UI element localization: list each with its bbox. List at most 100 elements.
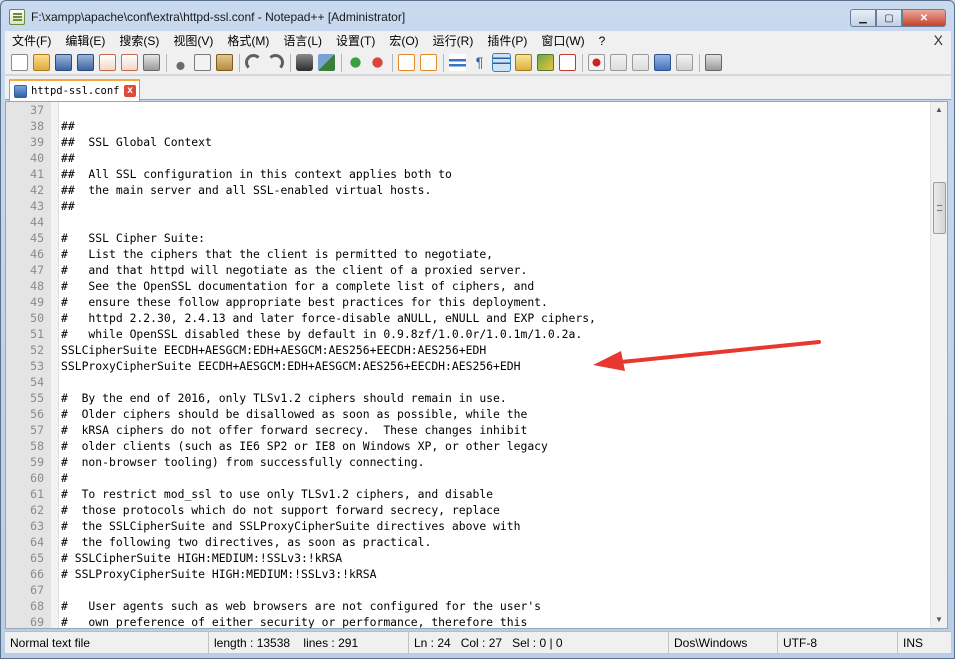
line-number: 66 <box>30 567 44 581</box>
menu-help[interactable]: ? <box>592 31 613 51</box>
zoom-in-icon[interactable] <box>347 54 364 71</box>
scroll-thumb[interactable] <box>933 182 946 234</box>
play-macro-icon[interactable] <box>632 54 649 71</box>
replace-icon[interactable] <box>318 54 335 71</box>
code-line: 58 # older clients (such as IE6 SP2 or IE… <box>6 438 928 454</box>
stop-record-icon[interactable] <box>610 54 627 71</box>
open-file-icon[interactable] <box>33 54 50 71</box>
copy-icon[interactable] <box>194 54 211 71</box>
undo-icon[interactable] <box>245 54 262 71</box>
toolbar-separator <box>582 53 583 72</box>
code-text: ## <box>61 199 75 213</box>
line-number: 37 <box>30 103 44 117</box>
save-icon[interactable] <box>55 54 72 71</box>
code-line: 68 # User agents such as web browsers are… <box>6 598 928 614</box>
line-number: 56 <box>30 407 44 421</box>
zoom-out-icon[interactable] <box>369 54 386 71</box>
word-wrap-icon[interactable] <box>449 54 466 71</box>
menu-format[interactable]: 格式(M) <box>220 31 276 51</box>
arrow-head <box>593 351 625 371</box>
menu-plugins[interactable]: 插件(P) <box>480 31 534 51</box>
notepadpp-window: F:\xampp\apache\conf\extra\httpd-ssl.con… <box>0 0 955 659</box>
title-bar[interactable]: F:\xampp\apache\conf\extra\httpd-ssl.con… <box>1 1 954 31</box>
menu-language[interactable]: 语言(L) <box>276 31 329 51</box>
menu-view[interactable]: 视图(V) <box>166 31 220 51</box>
sync-vertical-icon[interactable] <box>398 54 415 71</box>
line-number: 43 <box>30 199 44 213</box>
scroll-down-icon[interactable]: ▼ <box>931 612 947 628</box>
toolbar-separator <box>341 53 342 72</box>
menu-settings[interactable]: 设置(T) <box>329 31 382 51</box>
close-document-button[interactable]: X <box>934 32 943 48</box>
save-macro-icon[interactable] <box>676 54 693 71</box>
record-macro-icon[interactable] <box>588 54 605 71</box>
code-text: # To restrict mod_ssl to use only TLSv1.… <box>61 487 494 501</box>
code-line: 45 # SSL Cipher Suite: <box>6 230 928 246</box>
save-all-icon[interactable] <box>77 54 94 71</box>
menu-window[interactable]: 窗口(W) <box>534 31 591 51</box>
menu-macro[interactable]: 宏(O) <box>382 31 425 51</box>
sync-horizontal-icon[interactable] <box>420 54 437 71</box>
spell-check-icon[interactable] <box>705 54 722 71</box>
status-ln: Ln : 24 <box>414 636 451 650</box>
user-lang-icon[interactable] <box>515 54 532 71</box>
find-icon[interactable] <box>296 54 313 71</box>
minimize-button[interactable]: ▁ <box>850 9 876 27</box>
menu-run[interactable]: 运行(R) <box>426 31 481 51</box>
code-line: 41 ## All SSL configuration in this conte… <box>6 166 928 182</box>
code-line: 57 # kRSA ciphers do not offer forward se… <box>6 422 928 438</box>
new-file-icon[interactable] <box>11 54 28 71</box>
doc-map-icon[interactable] <box>537 54 554 71</box>
line-number: 57 <box>30 423 44 437</box>
status-file-type: Normal text file <box>5 632 209 654</box>
menu-file[interactable]: 文件(F) <box>5 31 58 51</box>
show-all-chars-icon[interactable]: ¶ <box>471 54 488 71</box>
paste-icon[interactable] <box>216 54 233 71</box>
line-number: 54 <box>30 375 44 389</box>
cut-icon[interactable] <box>172 54 189 71</box>
close-all-icon[interactable] <box>121 54 138 71</box>
print-icon[interactable] <box>143 54 160 71</box>
code-line: 39 ## SSL Global Context <box>6 134 928 150</box>
status-eol[interactable]: Dos\Windows <box>669 632 778 654</box>
vertical-scrollbar[interactable]: ▲ ▼ <box>930 102 947 628</box>
line-number: 38 <box>30 119 44 133</box>
status-encoding[interactable]: UTF-8 <box>778 632 898 654</box>
tab-close-icon[interactable]: x <box>124 85 136 97</box>
code-line: 48 # See the OpenSSL documentation for a … <box>6 278 928 294</box>
line-number: 58 <box>30 439 44 453</box>
status-bar: Normal text file length : 13538 lines : … <box>5 631 951 654</box>
code-text: # By the end of 2016, only TLSv1.2 ciphe… <box>61 391 507 405</box>
toolbar: ¶ <box>5 51 951 75</box>
line-number: 40 <box>30 151 44 165</box>
status-length-lines: length : 13538 lines : 291 <box>209 632 409 654</box>
code-text: # the following two directives, as soon … <box>61 535 432 549</box>
redo-icon[interactable] <box>267 54 284 71</box>
code-line: 67 <box>6 582 928 598</box>
scroll-up-icon[interactable]: ▲ <box>931 102 947 118</box>
menu-search[interactable]: 搜索(S) <box>112 31 166 51</box>
code-text: ## <box>61 119 75 133</box>
code-text: ## the main server and all SSL-enabled v… <box>61 183 432 197</box>
run-macro-multiple-icon[interactable] <box>654 54 671 71</box>
status-lines: lines : 291 <box>303 636 359 650</box>
code-text: # SSL Cipher Suite: <box>61 231 206 245</box>
code-text: # <box>61 471 68 485</box>
code-text: # Older ciphers should be disallowed as … <box>61 407 528 421</box>
menu-edit[interactable]: 编辑(E) <box>58 31 112 51</box>
code-text: # older clients (such as IE6 SP2 or IE8 … <box>61 439 548 453</box>
code-text: # ensure these follow appropriate best p… <box>61 295 548 309</box>
tab-httpd-ssl-conf[interactable]: httpd-ssl.conf x <box>9 79 140 101</box>
close-window-button[interactable]: ✕ <box>902 9 946 27</box>
line-number: 44 <box>30 215 44 229</box>
line-number: 67 <box>30 583 44 597</box>
indent-guide-icon[interactable] <box>492 53 511 72</box>
code-line: 63 # the SSLCipherSuite and SSLProxyCiphe… <box>6 518 928 534</box>
close-icon[interactable] <box>99 54 116 71</box>
maximize-button[interactable]: ▢ <box>876 9 902 27</box>
status-insert-mode: INS <box>903 636 924 650</box>
status-col: Col : 27 <box>460 636 503 650</box>
function-list-icon[interactable] <box>559 54 576 71</box>
line-number: 49 <box>30 295 44 309</box>
toolbar-separator <box>290 53 291 72</box>
